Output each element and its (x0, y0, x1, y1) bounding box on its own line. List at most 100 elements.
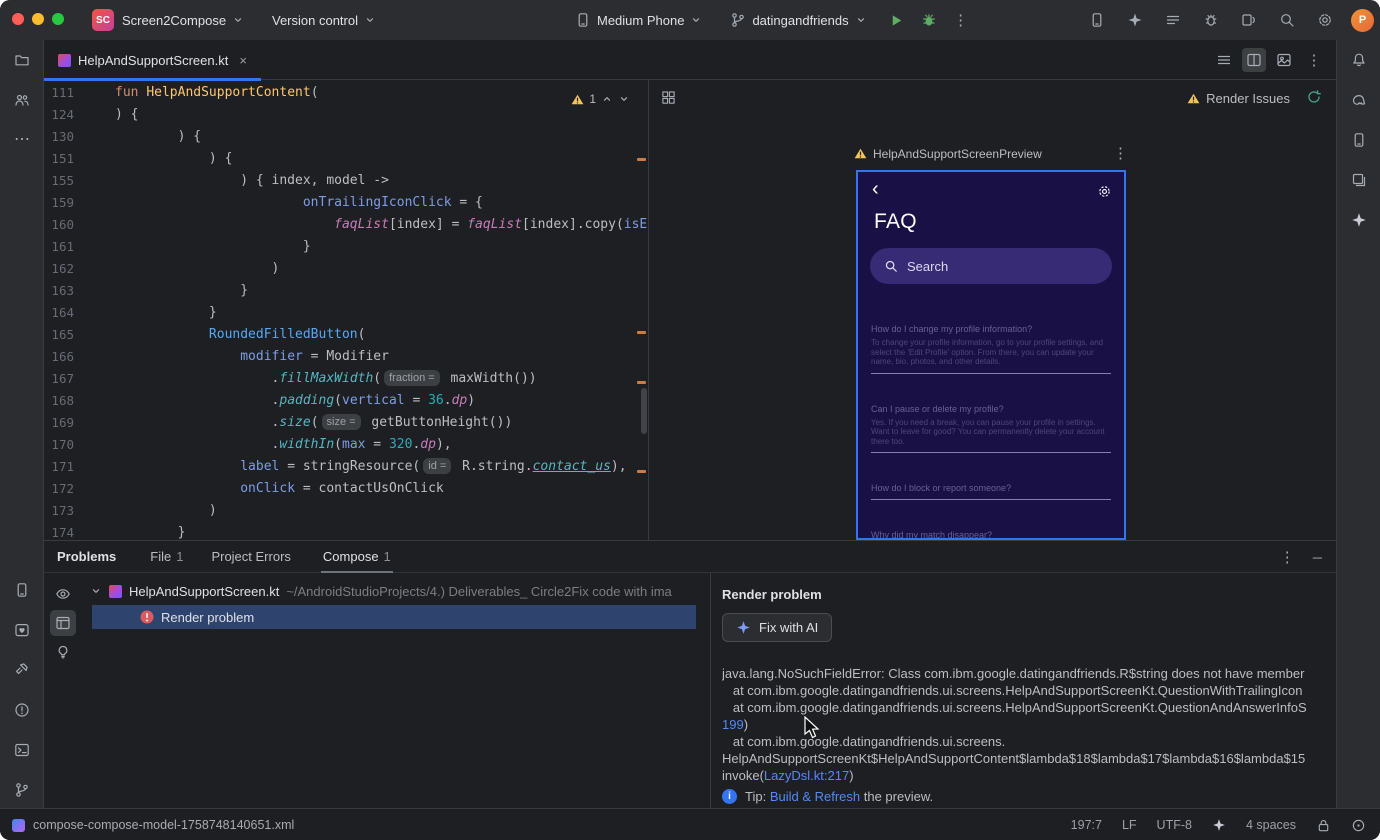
minimize-window-button[interactable] (32, 13, 44, 25)
code-token: label (240, 459, 280, 474)
terminal-icon[interactable] (10, 738, 34, 762)
chevron-down-icon[interactable] (618, 93, 630, 105)
problems-splitter[interactable] (710, 573, 711, 808)
build-refresh-link[interactable]: Build & Refresh (770, 789, 860, 804)
code-editor[interactable]: 111 fun HelpAndSupportContent( 124 ) { 1… (44, 80, 648, 540)
version-control-menu[interactable]: Version control (272, 0, 376, 40)
settings-gear-icon[interactable] (1313, 8, 1337, 32)
eye-icon[interactable] (50, 581, 76, 607)
run-configuration-selector[interactable]: datingandfriends (730, 12, 866, 28)
file-encoding[interactable]: UTF-8 (1157, 818, 1192, 832)
app-quality-insights-icon[interactable] (10, 618, 34, 642)
panel-options-kebab-icon[interactable]: ⋮ (1280, 550, 1295, 565)
editor-scrollbar-thumb[interactable] (641, 388, 647, 434)
tab-helpandsupportscreen[interactable]: HelpAndSupportScreen.kt × (44, 40, 261, 81)
inspections-widget[interactable]: 1 (567, 86, 634, 112)
warning-stripe-mark[interactable] (637, 331, 646, 334)
code-line[interactable]: 111 fun HelpAndSupportContent( (44, 82, 648, 104)
search-icon[interactable] (1275, 8, 1299, 32)
code-line[interactable]: 173 ) (44, 500, 648, 522)
code-line[interactable]: 161 } (44, 236, 648, 258)
fix-with-ai-button[interactable]: Fix with AI (722, 613, 833, 642)
code-line[interactable]: 174 } (44, 522, 648, 540)
more-tool-windows-icon[interactable]: ⋯ (10, 128, 34, 152)
code-line[interactable]: 171 label = stringResource(id = R.string… (44, 456, 648, 478)
hide-panel-icon[interactable]: ─ (1313, 550, 1322, 565)
tab-compose[interactable]: Compose 1 (320, 541, 393, 573)
code-line[interactable]: 160 faqList[index] = faqList[index].copy… (44, 214, 648, 236)
profiler-icon[interactable] (1199, 8, 1223, 32)
tab-project-errors[interactable]: Project Errors (211, 541, 290, 573)
code-line[interactable]: 169 .size(size = getButtonHeight()) (44, 412, 648, 434)
project-folder-icon[interactable] (10, 48, 34, 72)
faq-question: How do I block or report someone? (871, 483, 1012, 493)
build-refresh-icon[interactable] (1306, 89, 1322, 105)
user-avatar[interactable]: P (1351, 8, 1374, 32)
design-view-icon[interactable] (1272, 48, 1296, 72)
tab-close-icon[interactable]: × (239, 53, 247, 68)
run-config-icon (732, 13, 745, 27)
debug-button[interactable] (917, 8, 941, 32)
warning-stripe-mark[interactable] (637, 381, 646, 384)
preview-options-kebab-icon[interactable]: ⋮ (1113, 146, 1128, 161)
preview-details-toggle-icon[interactable] (50, 610, 76, 636)
code-line[interactable]: 165 RoundedFilledButton( (44, 324, 648, 346)
logcat-icon[interactable] (1161, 8, 1185, 32)
lock-icon[interactable] (1316, 818, 1331, 833)
indent-setting[interactable]: 4 spaces (1246, 818, 1296, 832)
version-control-icon[interactable] (10, 778, 34, 802)
device-manager-icon[interactable] (1085, 8, 1109, 32)
code-line[interactable]: 162 ) (44, 258, 648, 280)
code-line[interactable]: 155 ) { index, model -> (44, 170, 648, 192)
problems-toolbar (50, 581, 76, 665)
problems-icon[interactable] (10, 698, 34, 722)
device-explorer-icon[interactable] (10, 578, 34, 602)
caret-position[interactable]: 197:7 (1071, 818, 1102, 832)
code-line[interactable]: 164 } (44, 302, 648, 324)
gemini-icon[interactable] (1123, 8, 1147, 32)
code-line[interactable]: 163 } (44, 280, 648, 302)
warning-stripe-mark[interactable] (637, 158, 646, 161)
ai-sparkle-icon[interactable] (1212, 818, 1226, 832)
device-selector[interactable]: Medium Phone (575, 12, 702, 28)
code-line[interactable]: 159 onTrailingIconClick = { (44, 192, 648, 214)
render-issues-button[interactable]: Render Issues (1187, 91, 1290, 106)
running-devices-icon[interactable] (1347, 168, 1371, 192)
tab-file[interactable]: File 1 (150, 541, 183, 573)
code-token: dp (420, 437, 436, 452)
users-icon[interactable] (10, 88, 34, 112)
stack-trace-segment[interactable]: 199 (722, 717, 744, 732)
status-widget-icon[interactable] (1351, 818, 1366, 833)
more-run-actions-button[interactable]: ⋮ (949, 8, 973, 32)
editor-options-kebab-icon[interactable]: ⋮ (1302, 48, 1326, 72)
gradle-icon[interactable] (1347, 88, 1371, 112)
stack-trace-segment: at com.ibm.google.datingandfriends.ui.sc… (722, 700, 1307, 715)
code-view-icon[interactable] (1212, 48, 1236, 72)
code-line[interactable]: 170 .widthIn(max = 320.dp), (44, 434, 648, 456)
code-line[interactable]: 166 modifier = Modifier (44, 346, 648, 368)
run-button[interactable] (885, 8, 909, 32)
zoom-window-button[interactable] (52, 13, 64, 25)
split-view-icon[interactable] (1242, 48, 1266, 72)
warning-stripe-mark[interactable] (637, 470, 646, 473)
code-line[interactable]: 172 onClick = contactUsOnClick (44, 478, 648, 500)
lightbulb-icon[interactable] (50, 639, 76, 665)
project-menu[interactable]: Screen2Compose (122, 0, 244, 40)
line-separator[interactable]: LF (1122, 818, 1137, 832)
preview-grid-icon[interactable] (661, 90, 676, 105)
device-manager-icon[interactable] (1347, 128, 1371, 152)
chevron-up-icon[interactable] (601, 93, 613, 105)
code-line[interactable]: 168 .padding(vertical = 36.dp) (44, 390, 648, 412)
code-line[interactable]: 151 ) { (44, 148, 648, 170)
device-streaming-icon[interactable] (1237, 8, 1261, 32)
code-line[interactable]: 167 .fillMaxWidth(fraction = maxWidth()) (44, 368, 648, 390)
build-icon[interactable] (10, 658, 34, 682)
close-window-button[interactable] (12, 13, 24, 25)
code-line[interactable]: 130 ) { (44, 126, 648, 148)
code-line[interactable]: 124 ) { (44, 104, 648, 126)
problems-file-row[interactable]: HelpAndSupportScreen.kt ~/AndroidStudioP… (90, 579, 706, 603)
render-problem-row[interactable]: Render problem (92, 605, 696, 629)
notifications-bell-icon[interactable] (1347, 48, 1371, 72)
stack-trace-segment[interactable]: LazyDsl.kt:217 (764, 768, 849, 783)
ai-sparkle-icon[interactable] (1347, 208, 1371, 232)
